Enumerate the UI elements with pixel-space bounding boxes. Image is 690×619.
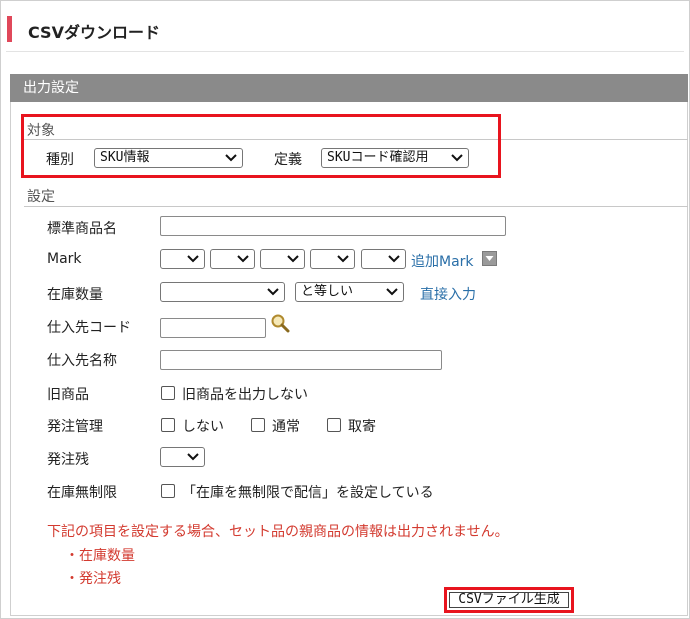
chevron-down-icon <box>267 288 279 296</box>
page-header: CSVダウンロード <box>6 6 684 52</box>
target-highlight-box <box>21 114 501 178</box>
notice-message: 下記の項目を設定する場合、セット品の親商品の情報は出力されません。 <box>47 524 509 540</box>
direct-input-link[interactable]: 直接入力 <box>420 284 476 304</box>
chevron-down-icon <box>337 255 349 263</box>
definition-label: 定義 <box>274 152 302 168</box>
type-select[interactable]: SKU情報 <box>94 148 243 168</box>
supplier-code-input[interactable] <box>160 318 266 338</box>
definition-select-value: SKUコード確認用 <box>327 150 429 165</box>
stock-qty-operator-value: と等しい <box>301 284 354 299</box>
unlimited-stock-label: 在庫無制限 <box>47 485 117 501</box>
mark-select-5[interactable] <box>361 249 406 269</box>
order-remaining-select[interactable] <box>160 447 205 467</box>
order-mgmt-none-checkbox[interactable] <box>161 418 175 432</box>
mark-select-2[interactable] <box>210 249 255 269</box>
chevron-down-icon <box>225 154 237 162</box>
chevron-down-icon <box>451 154 463 162</box>
unlimited-stock-checkbox[interactable] <box>161 484 175 498</box>
panel-header: 出力設定 <box>10 74 688 102</box>
chevron-down-icon <box>237 255 249 263</box>
old-product-label: 旧商品 <box>47 387 89 403</box>
settings-section-title: 設定 <box>27 189 55 205</box>
old-product-option-label: 旧商品を出力しない <box>182 387 308 403</box>
stock-qty-value-select[interactable] <box>160 282 285 302</box>
header-accent-bar <box>7 16 12 42</box>
order-mgmt-backorder-label: 取寄 <box>348 419 376 435</box>
definition-select[interactable]: SKUコード確認用 <box>321 148 469 168</box>
mark-select-4[interactable] <box>310 249 355 269</box>
generate-csv-button[interactable]: CSVファイル生成 <box>449 592 569 608</box>
order-mgmt-label: 発注管理 <box>47 419 103 435</box>
generate-csv-button-highlight: CSVファイル生成 <box>444 587 574 613</box>
mark-label: Mark <box>47 251 82 267</box>
stock-qty-operator-select[interactable]: と等しい <box>295 282 404 302</box>
supplier-name-label: 仕入先名称 <box>47 353 117 369</box>
product-name-label: 標準商品名 <box>47 221 117 237</box>
type-select-value: SKU情報 <box>100 150 150 165</box>
chevron-down-icon <box>187 255 199 263</box>
unlimited-stock-option-label: 「在庫を無制限で配信」を設定している <box>182 485 434 501</box>
notice-item-order-remaining: ・発注残 <box>65 571 121 587</box>
order-remaining-label: 発注残 <box>47 452 89 468</box>
dropdown-toggle-icon[interactable] <box>482 251 497 266</box>
page-title: CSVダウンロード <box>28 23 160 42</box>
order-mgmt-normal-checkbox[interactable] <box>251 418 265 432</box>
supplier-name-input[interactable] <box>160 350 442 370</box>
product-name-input[interactable] <box>160 216 506 236</box>
chevron-down-icon <box>187 453 199 461</box>
stock-qty-label: 在庫数量 <box>47 287 103 303</box>
add-mark-link[interactable]: 追加Mark <box>411 251 474 271</box>
chevron-down-icon <box>388 255 400 263</box>
order-mgmt-normal-label: 通常 <box>272 419 300 435</box>
order-mgmt-backorder-checkbox[interactable] <box>327 418 341 432</box>
old-product-checkbox[interactable] <box>161 386 175 400</box>
mark-select-3[interactable] <box>260 249 305 269</box>
order-mgmt-none-label: しない <box>182 419 224 435</box>
search-icon[interactable] <box>270 313 290 333</box>
notice-item-stock-qty: ・在庫数量 <box>65 548 135 564</box>
chevron-down-icon <box>386 288 398 296</box>
chevron-down-icon <box>287 255 299 263</box>
settings-divider <box>24 206 688 207</box>
supplier-code-label: 仕入先コード <box>47 320 131 336</box>
mark-select-1[interactable] <box>160 249 205 269</box>
type-label: 種別 <box>46 152 74 168</box>
